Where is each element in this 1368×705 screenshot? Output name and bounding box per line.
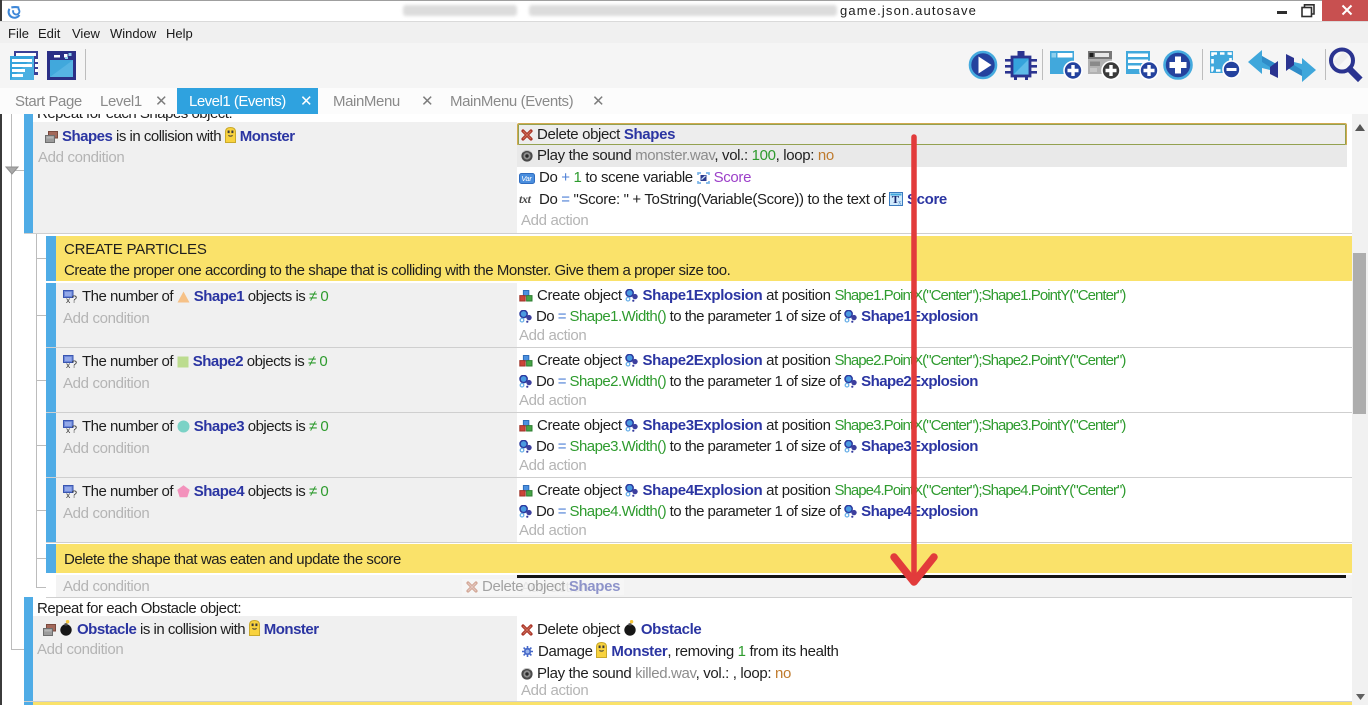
- svg-text:?: ?: [72, 359, 78, 368]
- svg-text:?: ?: [72, 489, 78, 498]
- svg-text:?: ?: [72, 424, 78, 433]
- svg-text:?: ?: [72, 294, 78, 303]
- svg-text:txt: txt: [519, 193, 532, 206]
- svg-text:Var: Var: [521, 174, 532, 183]
